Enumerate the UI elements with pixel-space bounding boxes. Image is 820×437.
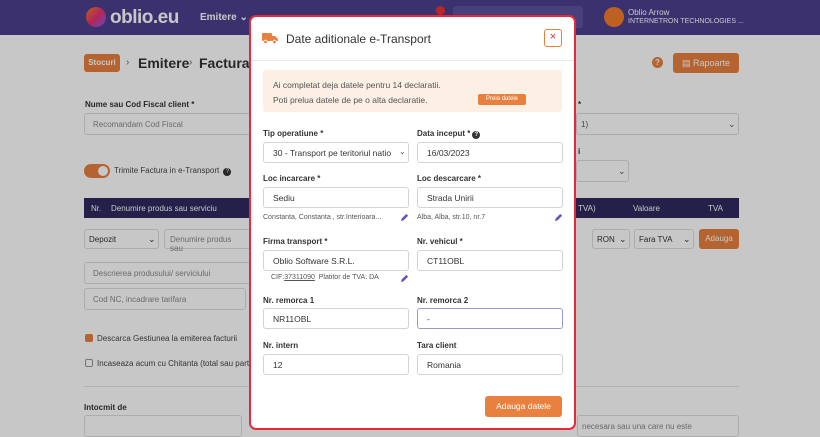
info-text-preia: Poti prelua datele de pe o alta declarat… — [273, 95, 428, 105]
firma-cif-detail: CIF:37311090 Platitor de TVA: DA — [271, 274, 379, 281]
etransport-modal: Date aditionale e-Transport × Ai complet… — [249, 15, 576, 430]
data-inceput-label: Data inceput *? — [417, 129, 481, 139]
nr-remorca2-label: Nr. remorca 2 — [417, 296, 469, 305]
info-alert: Ai completat deja datele pentru 14 decla… — [263, 70, 562, 112]
nr-intern-label: Nr. intern — [263, 341, 299, 350]
close-button[interactable]: × — [544, 29, 562, 47]
edit-pencil-icon[interactable] — [400, 213, 409, 222]
loc-incarcare-detail: Constanta, Constanta , str.Interioara... — [263, 214, 382, 221]
tip-operatiune-label: Tip operatiune * — [263, 129, 324, 138]
loc-incarcare-input[interactable]: Sediu — [263, 187, 409, 208]
modal-title: Date aditionale e-Transport — [286, 32, 431, 46]
edit-pencil-icon[interactable] — [400, 274, 409, 283]
tip-operatiune-select[interactable]: 30 - Transport pe teritoriul natio — [263, 142, 409, 163]
nr-vehicul-label: Nr. vehicul * — [417, 237, 463, 246]
loc-incarcare-label: Loc incarcare * — [263, 174, 321, 183]
nr-remorca1-input[interactable]: NR11OBL — [263, 308, 409, 329]
loc-descarcare-label: Loc descarcare * — [417, 174, 482, 183]
nr-intern-input[interactable]: 12 — [263, 354, 409, 375]
chevron-down-icon: ⌄ — [399, 147, 406, 156]
edit-pencil-icon[interactable] — [554, 213, 563, 222]
tara-client-input[interactable]: Romania — [417, 354, 563, 375]
loc-descarcare-input[interactable]: Strada Unirii — [417, 187, 563, 208]
help-icon[interactable]: ? — [472, 131, 481, 139]
loc-descarcare-detail: Alba, Alba, str.10, nr.7 — [417, 214, 486, 221]
adauga-datele-button[interactable]: Adauga datele — [485, 396, 562, 417]
cif-link[interactable]: 37311090 — [284, 274, 315, 281]
nr-remorca1-label: Nr. remorca 1 — [263, 296, 315, 305]
firma-transport-label: Firma transport * — [263, 237, 328, 246]
nr-remorca2-input[interactable]: - — [417, 308, 563, 329]
firma-transport-input[interactable]: Oblio Software S.R.L. — [263, 250, 409, 271]
tara-client-label: Tara client — [417, 341, 457, 350]
truck-icon — [262, 33, 278, 44]
modal-header: Date aditionale e-Transport × — [251, 17, 574, 61]
info-text-declaratii: Ai completat deja datele pentru 14 decla… — [273, 80, 441, 90]
preia-datele-button[interactable]: Preia datele — [478, 94, 526, 105]
nr-vehicul-input[interactable]: CT11OBL — [417, 250, 563, 271]
data-inceput-input[interactable]: 16/03/2023 — [417, 142, 563, 163]
